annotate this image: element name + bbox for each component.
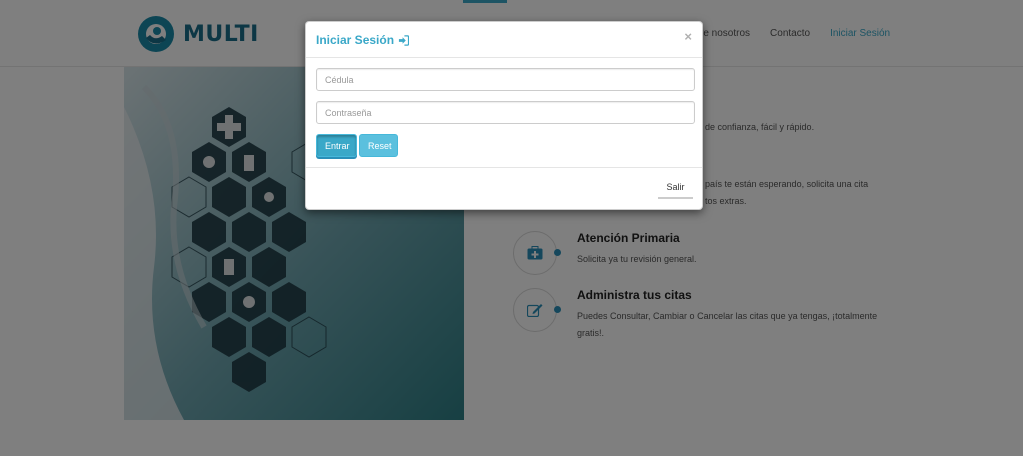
login-modal: Iniciar Sesión × Entrar Reset Salir <box>305 21 703 210</box>
close-icon[interactable]: × <box>684 30 692 43</box>
modal-title-text: Iniciar Sesión <box>316 33 395 47</box>
modal-body: Entrar Reset <box>306 58 702 168</box>
reset-button[interactable]: Reset <box>359 134 398 157</box>
password-input[interactable] <box>316 101 695 124</box>
exit-button[interactable]: Salir <box>658 177 693 199</box>
cedula-input[interactable] <box>316 68 695 91</box>
enter-button[interactable]: Entrar <box>316 134 357 157</box>
modal-title: Iniciar Sesión <box>316 33 410 47</box>
modal-footer: Salir <box>306 168 702 210</box>
modal-header: Iniciar Sesión × <box>306 22 702 58</box>
sign-in-icon <box>398 34 410 46</box>
